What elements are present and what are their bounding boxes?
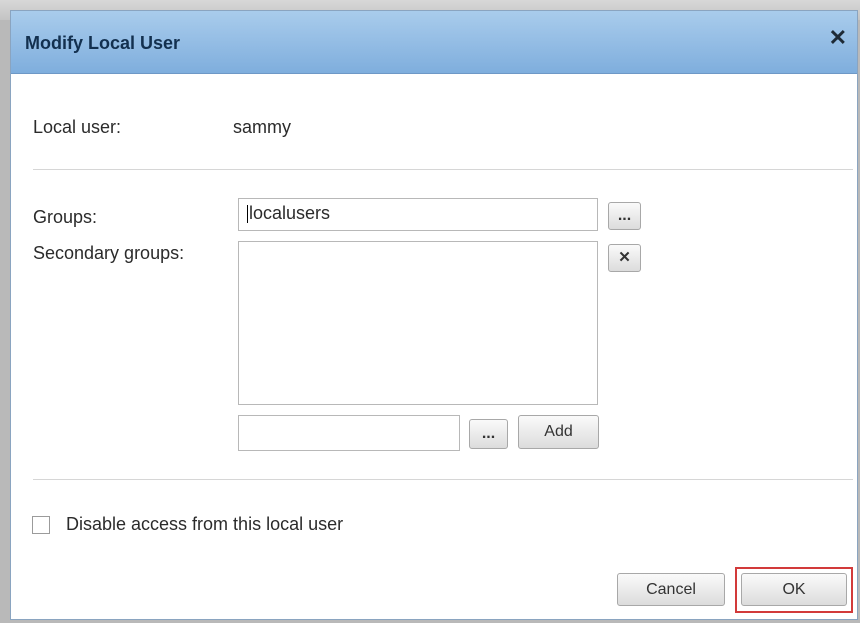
groups-browse-button[interactable]: ... — [608, 202, 641, 230]
divider — [33, 169, 853, 170]
add-group-button[interactable]: Add — [518, 415, 599, 449]
groups-field-value: localusers — [249, 203, 331, 223]
text-cursor — [247, 205, 248, 223]
disable-access-checkbox[interactable] — [32, 516, 50, 534]
divider — [33, 479, 853, 480]
secondary-groups-label: Secondary groups: — [33, 243, 185, 263]
local-user-value: sammy — [233, 117, 291, 137]
modify-local-user-dialog: Modify Local User ✕ Local user: sammy Gr… — [10, 10, 858, 620]
secondary-group-input[interactable] — [238, 415, 460, 451]
ok-button[interactable]: OK — [741, 573, 847, 606]
disable-access-label[interactable]: Disable access from this local user — [66, 514, 343, 535]
remove-group-button[interactable]: ✕ — [608, 244, 641, 272]
local-user-label: Local user: — [33, 117, 122, 137]
secondary-group-browse-button[interactable]: ... — [469, 419, 508, 449]
dialog-titlebar[interactable]: Modify Local User ✕ — [11, 11, 857, 74]
groups-label: Groups: — [33, 207, 98, 227]
groups-field[interactable]: localusers — [238, 198, 598, 231]
remove-icon: ✕ — [618, 249, 631, 266]
secondary-groups-list[interactable] — [238, 241, 598, 405]
cancel-button[interactable]: Cancel — [617, 573, 725, 606]
close-icon[interactable]: ✕ — [829, 27, 847, 49]
dialog-title: Modify Local User — [25, 33, 181, 53]
